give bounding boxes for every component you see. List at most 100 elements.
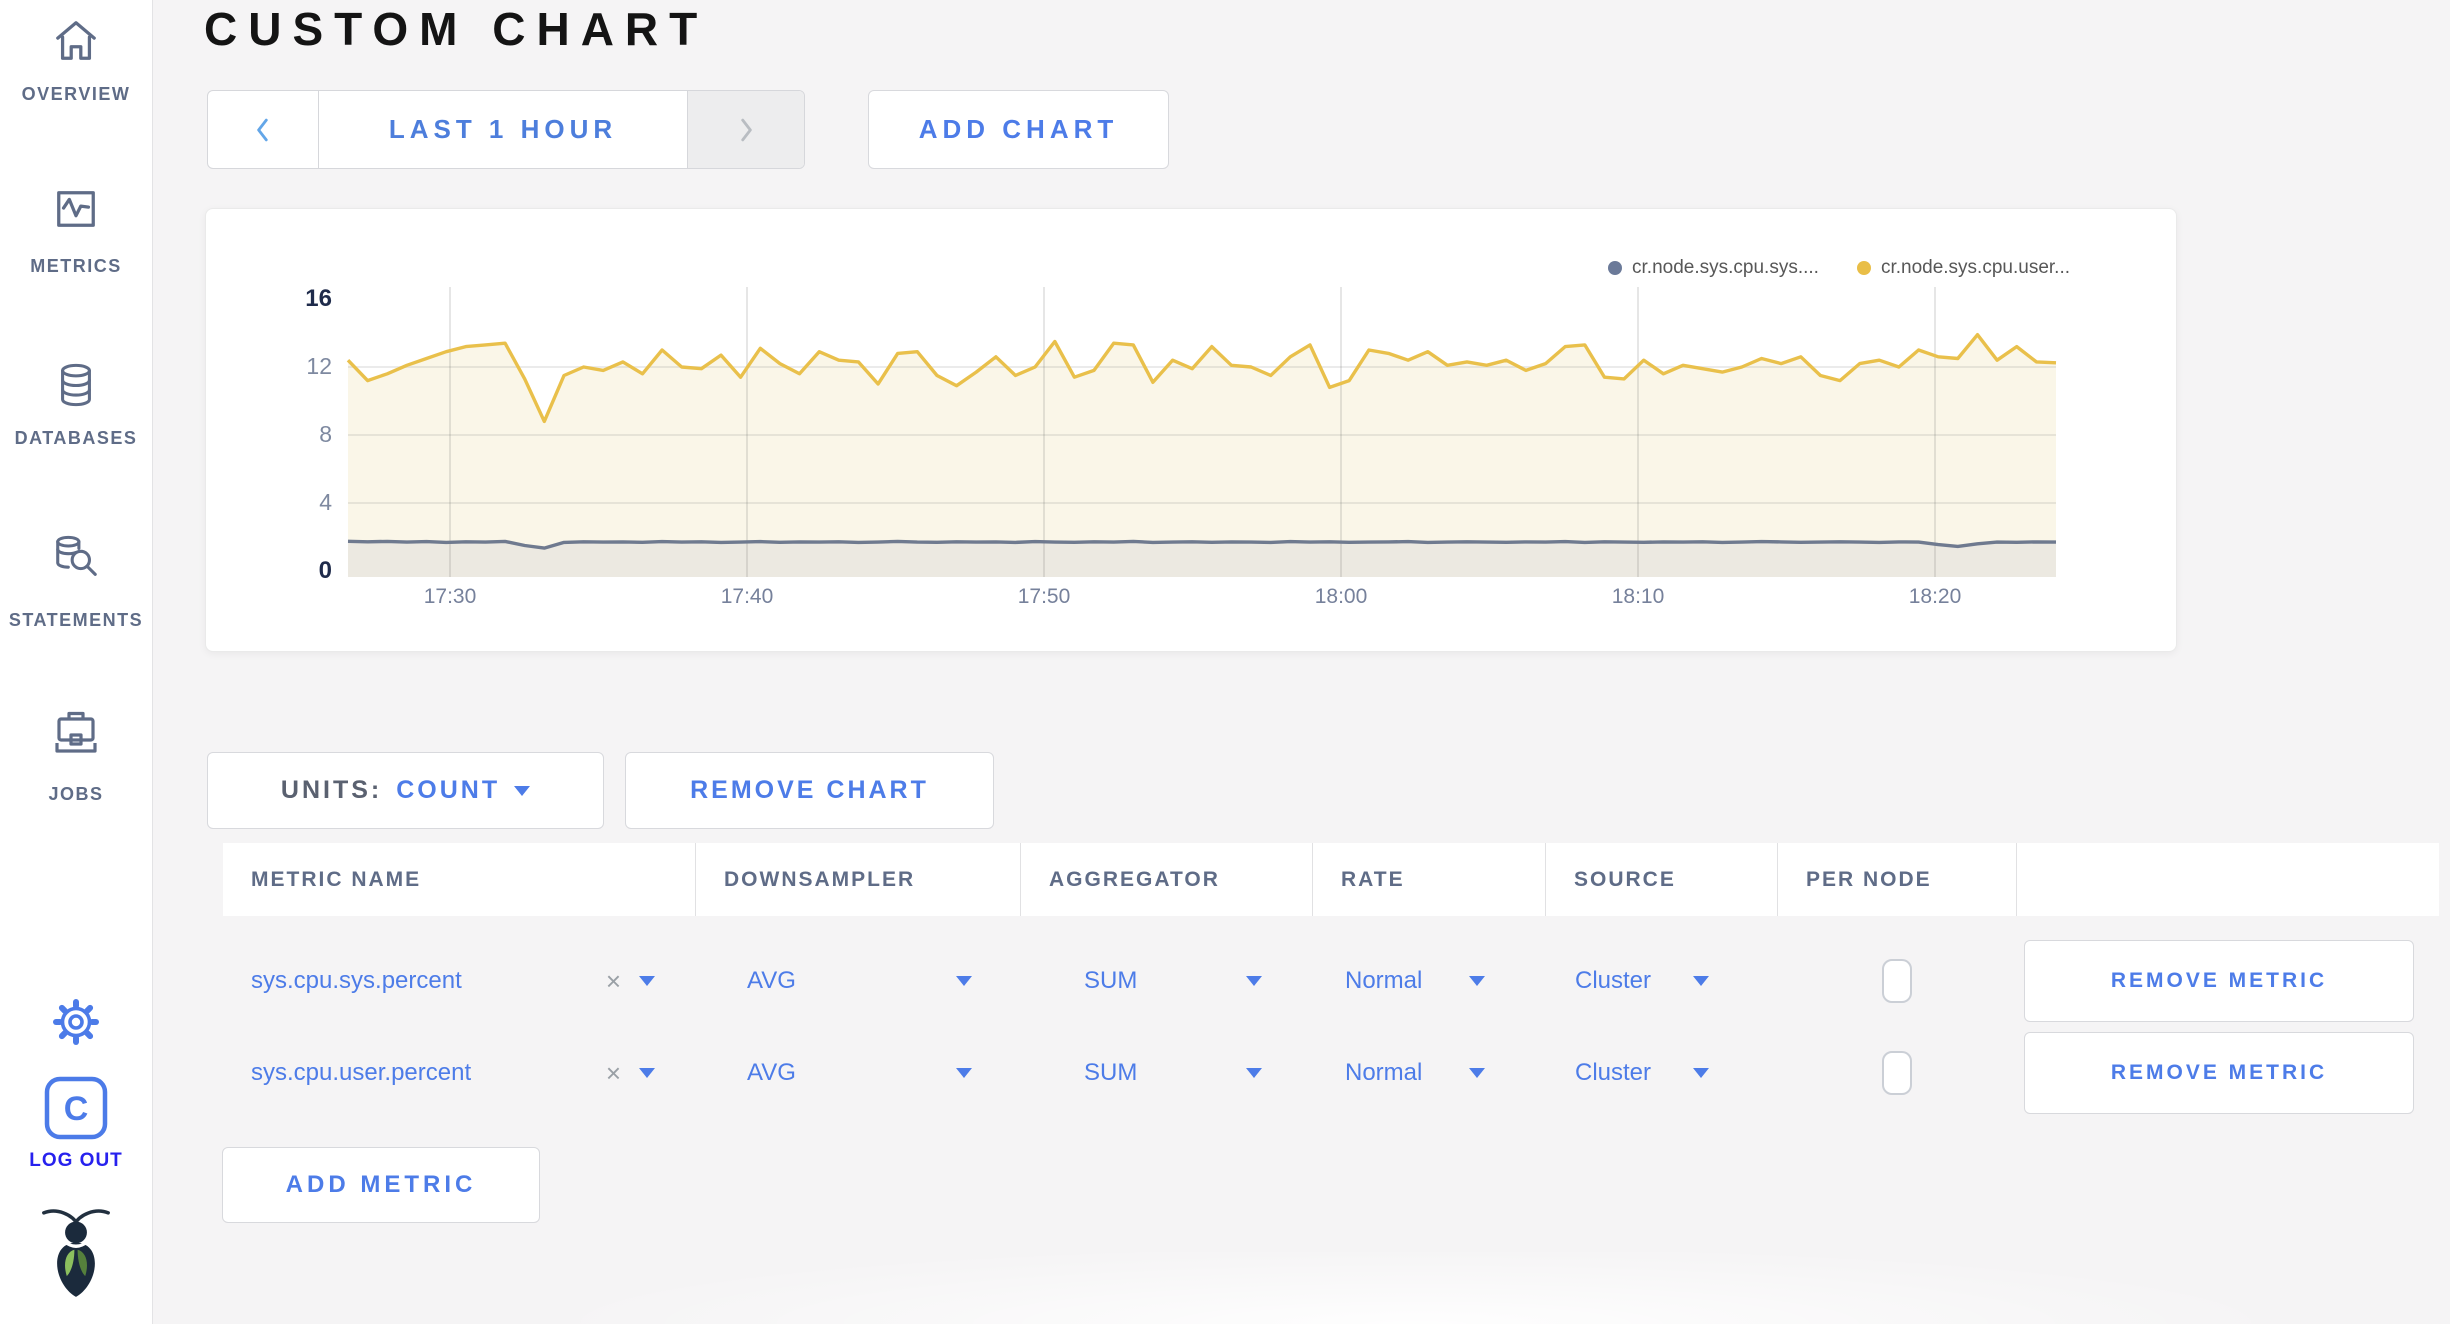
logout-label[interactable]: LOG OUT [0,1150,152,1172]
gear-icon [53,999,99,1045]
col-header-metric-name: METRIC NAME [223,843,695,916]
clear-metric-icon[interactable]: × [606,1058,621,1089]
chevron-down-icon [956,976,972,986]
remove-metric-button[interactable]: REMOVE METRIC [2024,1032,2414,1114]
page-title: CUSTOM CHART [204,3,709,55]
aggregator-dropdown[interactable]: SUM [1020,1027,1312,1119]
sidebar-item-overview[interactable] [0,18,152,69]
sidebar-item-jobs[interactable] [0,708,152,761]
table-row-metric-name[interactable]: sys.cpu.user.percent × [223,1027,695,1119]
chevron-down-icon [1469,1068,1485,1078]
y-axis-tick: 0 [318,557,332,584]
chevron-down-icon[interactable] [639,1068,655,1078]
per-node-cell [1777,935,2016,1027]
chevron-down-icon [1693,976,1709,986]
chart-card: cr.node.sys.cpu.sys.... cr.node.sys.cpu.… [205,208,2177,652]
rate-dropdown[interactable]: Normal [1312,935,1545,1027]
x-axis-tick: 17:40 [720,585,774,608]
chevron-down-icon [956,1068,972,1078]
y-axis-tick: 12 [306,353,332,379]
statements-icon [56,535,97,576]
jobs-icon [55,711,97,753]
bottom-sheen [152,1252,2450,1324]
sidebar-item-databases[interactable] [0,362,152,413]
x-axis-tick: 17:30 [423,585,477,608]
chevron-down-icon [1246,1068,1262,1078]
add-chart-button[interactable]: ADD CHART [868,90,1169,169]
time-range-prev-button[interactable] [208,91,318,168]
database-icon [61,363,91,407]
rate-value: Normal [1345,967,1423,994]
sidebar: OVERVIEW METRICS DATABASES STATEMENTS JO… [0,0,153,1324]
x-axis-tick: 18:20 [1908,585,1962,608]
actions-cell: REMOVE METRIC [2016,935,2439,1027]
cockroach-c-icon: C [44,1076,108,1140]
time-range-next-button[interactable] [688,91,804,168]
sidebar-label-statements[interactable]: STATEMENTS [0,610,152,631]
x-axis-tick: 18:00 [1314,585,1368,608]
units-value: COUNT [396,776,501,804]
chart-axis-labels: 0 4 8 12 16 17:30 17:40 17:50 18:00 18:10 18:20 [206,209,2176,651]
time-range-selector: LAST 1 HOUR [207,90,805,169]
chevron-down-icon[interactable] [639,976,655,986]
y-axis-tick: 4 [319,489,332,515]
per-node-checkbox[interactable] [1881,1051,1912,1095]
x-axis-tick: 17:50 [1017,585,1071,608]
add-metric-button[interactable]: ADD METRIC [222,1147,540,1223]
table-row-metric-name[interactable]: sys.cpu.sys.percent × [223,935,695,1027]
chevron-left-icon [257,118,268,141]
metrics-table: METRIC NAME DOWNSAMPLER AGGREGATOR RATE … [223,843,2439,1119]
source-value: Cluster [1575,967,1652,994]
home-icon [56,21,96,60]
y-axis-tick: 8 [319,421,332,447]
source-dropdown[interactable]: Cluster [1545,935,1777,1027]
col-header-downsampler: DOWNSAMPLER [695,843,1020,916]
units-label: UNITS: [280,776,383,804]
remove-chart-button[interactable]: REMOVE CHART [625,752,994,829]
aggregator-value: SUM [1084,967,1138,994]
clear-metric-icon[interactable]: × [606,966,621,997]
sidebar-label-databases[interactable]: DATABASES [0,428,152,449]
downsampler-value: AVG [747,967,796,994]
source-value: Cluster [1575,1059,1652,1086]
col-header-aggregator: AGGREGATOR [1020,843,1312,916]
rate-dropdown[interactable]: Normal [1312,1027,1545,1119]
metrics-icon [57,191,95,227]
sidebar-item-metrics[interactable] [0,186,152,237]
svg-text:C: C [64,1090,89,1128]
aggregator-dropdown[interactable]: SUM [1020,935,1312,1027]
actions-cell: REMOVE METRIC [2016,1027,2439,1119]
col-header-per-node: PER NODE [1777,843,2016,916]
metric-name-value[interactable]: sys.cpu.user.percent [251,1059,471,1087]
source-dropdown[interactable]: Cluster [1545,1027,1777,1119]
x-axis-tick: 18:10 [1611,585,1665,608]
y-axis-tick: 16 [305,285,332,312]
custom-chart-page: OVERVIEW METRICS DATABASES STATEMENTS JO… [0,0,2450,1324]
sidebar-settings[interactable] [0,998,152,1051]
chevron-down-icon [1469,976,1485,986]
downsampler-dropdown[interactable]: AVG [695,935,1020,1027]
metric-name-value[interactable]: sys.cpu.sys.percent [251,967,462,995]
downsampler-value: AVG [747,1059,796,1086]
col-header-actions [2016,843,2439,916]
time-range-label[interactable]: LAST 1 HOUR [318,91,688,168]
chevron-right-icon [741,118,752,141]
cockroachdb-bug-logo [0,1206,152,1303]
remove-metric-button[interactable]: REMOVE METRIC [2024,940,2414,1022]
col-header-source: SOURCE [1545,843,1777,916]
aggregator-value: SUM [1084,1059,1138,1086]
sidebar-logout[interactable]: C [0,1076,152,1145]
rate-value: Normal [1345,1059,1423,1086]
sidebar-label-overview[interactable]: OVERVIEW [0,84,152,105]
chevron-down-icon [514,785,531,796]
sidebar-item-statements[interactable] [0,534,152,589]
units-dropdown[interactable]: UNITS: COUNT [207,752,604,829]
per-node-cell [1777,1027,2016,1119]
sidebar-label-jobs[interactable]: JOBS [0,784,152,805]
sidebar-label-metrics[interactable]: METRICS [0,256,152,277]
chevron-down-icon [1693,1068,1709,1078]
col-header-rate: RATE [1312,843,1545,916]
downsampler-dropdown[interactable]: AVG [695,1027,1020,1119]
per-node-checkbox[interactable] [1881,959,1912,1003]
chevron-down-icon [1246,976,1262,986]
